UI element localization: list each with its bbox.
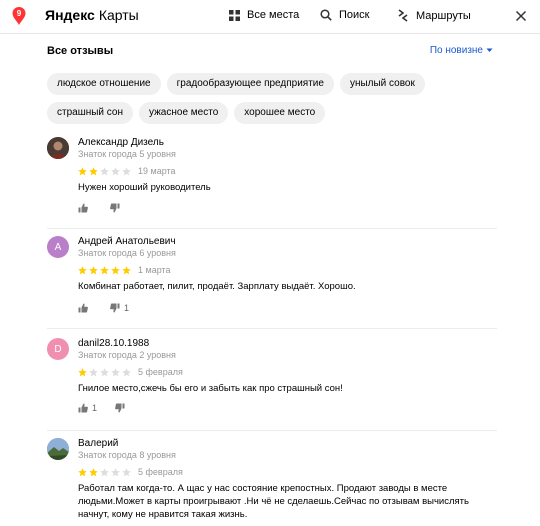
nav-routes-label: Маршруты [416, 9, 471, 22]
avatar-letter: А [54, 241, 62, 253]
tag-chip[interactable]: градообразующее предприятие [166, 73, 334, 95]
tag-chip[interactable]: хорошее место [234, 102, 326, 124]
user-photo-icon [47, 438, 69, 460]
route-icon [398, 9, 408, 22]
grid-icon [229, 9, 240, 21]
star-empty-icon [89, 368, 98, 377]
star-filled-icon [78, 368, 87, 377]
review-author[interactable]: Валерий [78, 438, 118, 449]
dislike-button[interactable] [115, 403, 129, 413]
review-divider [47, 228, 497, 229]
sort-dropdown[interactable]: По новизне [430, 45, 493, 56]
nav-search-label: Поиск [339, 9, 370, 21]
user-photo-icon [47, 137, 69, 159]
review-text: Гнилое место,сжечь бы его и забыть как п… [78, 383, 343, 394]
star-filled-icon [89, 468, 98, 477]
sort-label: По новизне [429, 45, 483, 56]
review-date: 1 марта [138, 265, 171, 275]
rating-stars [78, 368, 131, 377]
brand-maps: Карты [98, 7, 139, 23]
star-filled-icon [78, 266, 87, 275]
star-filled-icon [89, 167, 98, 176]
review-item: Валерий Знаток города 8 уровня 5 февраля… [47, 438, 507, 526]
review-item: Александр Дизель Знаток города 5 уровня … [47, 137, 507, 229]
tag-chip[interactable]: людское отношение [47, 73, 161, 95]
review-actions: 1 [78, 303, 143, 313]
review-author[interactable]: Андрей Анатольевич [78, 236, 176, 247]
reviews-title: Все отзывы [47, 45, 114, 57]
review-date: 5 февраля [138, 367, 183, 377]
thumbs-up-icon [78, 203, 88, 213]
rating-stars [78, 468, 131, 477]
chevron-down-icon [486, 48, 493, 52]
nav-routes[interactable]: Маршруты [397, 9, 471, 22]
thumbs-up-icon [78, 303, 88, 313]
star-empty-icon [100, 468, 109, 477]
like-button[interactable] [78, 203, 92, 213]
top-bar: 9 Яндекс Карты Все места Поиск Маршруты [0, 0, 540, 34]
yandex-logo-icon[interactable]: 9 [12, 7, 26, 25]
rating-stars [78, 266, 131, 275]
tag-chip[interactable]: страшный сон [47, 102, 133, 124]
review-date: 5 февраля [138, 467, 183, 477]
tag-chip[interactable]: ужасное место [139, 102, 229, 124]
like-button[interactable]: 1 [78, 403, 97, 413]
star-filled-icon [111, 266, 120, 275]
star-filled-icon [100, 266, 109, 275]
star-filled-icon [122, 266, 131, 275]
thumbs-down-icon [115, 403, 125, 413]
nav-search[interactable]: Поиск [320, 9, 369, 21]
star-empty-icon [122, 368, 131, 377]
star-empty-icon [122, 167, 131, 176]
review-actions [78, 203, 138, 213]
review-item: D danil28.10.1988 Знаток города 2 уровня… [47, 338, 507, 431]
like-count: 1 [92, 403, 98, 413]
review-date: 19 марта [138, 166, 176, 176]
star-filled-icon [78, 167, 87, 176]
rating-stars [78, 167, 131, 176]
review-text: Работал там когда-то. А щас у нас состоя… [78, 483, 469, 520]
dislike-button[interactable] [110, 203, 124, 213]
avatar[interactable] [47, 137, 69, 159]
svg-text:9: 9 [17, 9, 22, 18]
review-tags: людское отношение градообразующее предпр… [47, 73, 487, 124]
tag-chip[interactable]: унылый совок [339, 73, 425, 95]
dislike-button[interactable]: 1 [110, 303, 129, 313]
star-empty-icon [111, 368, 120, 377]
avatar[interactable]: А [47, 236, 69, 258]
star-filled-icon [89, 266, 98, 275]
star-empty-icon [111, 167, 120, 176]
review-author-level: Знаток города 5 уровня [78, 149, 176, 159]
review-author-level: Знаток города 8 уровня [78, 450, 176, 460]
avatar[interactable] [47, 438, 69, 460]
review-text: Нужен хороший руководитель [78, 182, 211, 193]
review-divider [47, 328, 497, 329]
review-author-level: Знаток города 6 уровня [78, 248, 176, 258]
review-item: А Андрей Анатольевич Знаток города 6 уро… [47, 236, 507, 329]
star-empty-icon [100, 368, 109, 377]
review-actions: 1 [78, 403, 143, 413]
brand-yandex: Яндекс [45, 7, 95, 23]
review-divider [47, 430, 497, 431]
app-title[interactable]: Яндекс Карты [45, 7, 139, 23]
avatar-letter: D [54, 343, 62, 355]
thumbs-up-icon [78, 403, 88, 413]
close-icon[interactable] [514, 9, 528, 23]
review-author-level: Знаток города 2 уровня [78, 350, 176, 360]
nav-all-places[interactable]: Все места [229, 9, 299, 21]
star-empty-icon [122, 468, 131, 477]
thumbs-down-icon [110, 303, 120, 313]
like-button[interactable] [78, 303, 92, 313]
search-icon [320, 9, 332, 21]
dislike-count: 1 [124, 303, 130, 313]
star-empty-icon [100, 167, 109, 176]
review-author[interactable]: Александр Дизель [78, 137, 164, 148]
star-empty-icon [111, 468, 120, 477]
thumbs-down-icon [110, 203, 120, 213]
avatar[interactable]: D [47, 338, 69, 360]
nav-all-places-label: Все места [247, 9, 300, 21]
review-text: Комбинат работает, пилит, продаёт. Зарпл… [78, 281, 356, 292]
review-author[interactable]: danil28.10.1988 [78, 338, 149, 349]
star-filled-icon [78, 468, 87, 477]
